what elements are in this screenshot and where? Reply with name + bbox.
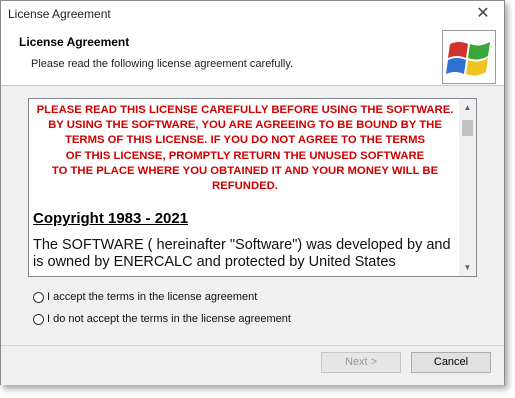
windows-logo-icon xyxy=(442,30,496,84)
header-band: License Agreement Please read the follow… xyxy=(1,27,504,86)
warning-line: TERMS OF THIS LICENSE. IF YOU DO NOT AGR… xyxy=(64,134,426,147)
decline-label[interactable]: I do not accept the terms in the license… xyxy=(47,313,291,325)
copyright-heading: Copyright 1983 - 2021 xyxy=(33,210,189,228)
decline-option[interactable]: I do not accept the terms in the license… xyxy=(33,311,291,327)
accept-label[interactable]: I accept the terms in the license agreem… xyxy=(47,291,257,303)
accept-option[interactable]: I accept the terms in the license agreem… xyxy=(33,289,257,305)
next-button[interactable]: Next > xyxy=(321,352,401,373)
vertical-scrollbar[interactable]: ▲ ▼ xyxy=(459,99,476,276)
title-bar: License Agreement ✕ xyxy=(1,1,504,27)
warning-line: OF THIS LICENSE, PROMPTLY RETURN THE UNU… xyxy=(65,149,425,162)
cancel-button[interactable]: Cancel xyxy=(411,352,491,373)
license-text-box[interactable]: PLEASE READ THIS LICENSE CAREFULLY BEFOR… xyxy=(28,98,477,277)
accept-radio[interactable] xyxy=(33,291,44,303)
license-warning: PLEASE READ THIS LICENSE CAREFULLY BEFOR… xyxy=(33,103,457,194)
button-bar: Next > Cancel xyxy=(1,345,504,385)
decline-radio[interactable] xyxy=(33,313,44,325)
scroll-up-arrow-icon[interactable]: ▲ xyxy=(459,99,476,116)
warning-line: BY USING THE SOFTWARE, YOU ARE AGREEING … xyxy=(48,119,442,132)
warning-line: PLEASE READ THIS LICENSE CAREFULLY BEFOR… xyxy=(36,104,454,116)
scroll-down-arrow-icon[interactable]: ▼ xyxy=(459,259,476,276)
header-subtitle: Please read the following license agreem… xyxy=(31,58,294,70)
license-content: PLEASE READ THIS LICENSE CAREFULLY BEFOR… xyxy=(33,103,457,271)
close-button[interactable]: ✕ xyxy=(472,4,494,24)
warning-line: TO THE PLACE WHERE YOU OBTAINED IT AND Y… xyxy=(51,164,439,177)
license-body-text: The SOFTWARE ( hereinafter "Software") w… xyxy=(33,237,451,271)
window-title: License Agreement xyxy=(8,7,111,21)
header-title: License Agreement xyxy=(19,35,130,49)
license-dialog: License Agreement ✕ License Agreement Pl… xyxy=(0,0,505,385)
warning-line: REFUNDED. xyxy=(212,180,278,193)
scroll-thumb[interactable] xyxy=(462,120,473,136)
